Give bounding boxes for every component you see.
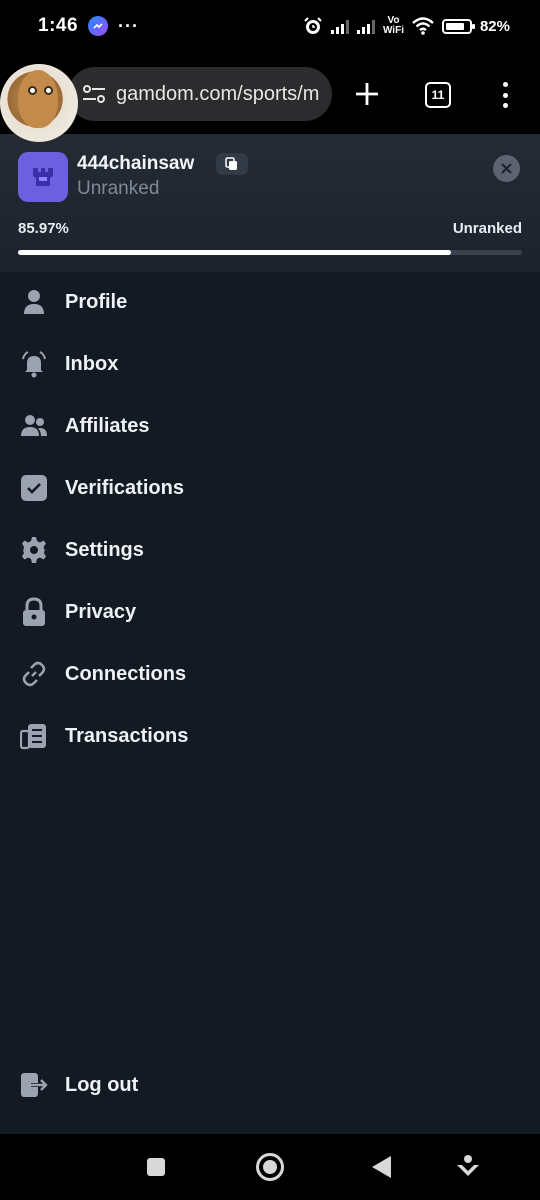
tab-switcher-button[interactable]: 11	[425, 82, 451, 108]
url-text[interactable]: gamdom.com/sports/m	[116, 83, 319, 106]
menu-label-connections: Connections	[65, 662, 187, 685]
menu-item-affiliates[interactable]: Affiliates	[0, 395, 540, 457]
bell-icon	[19, 349, 49, 379]
logout-label: Log out	[65, 1073, 139, 1096]
check-square-icon	[19, 473, 49, 503]
lock-icon	[19, 597, 49, 627]
menu-label-inbox: Inbox	[65, 352, 119, 375]
receipt-icon	[19, 721, 49, 751]
progress-percent: 85.97%	[18, 220, 69, 237]
menu-item-verifications[interactable]: Verifications	[0, 457, 540, 519]
user-icon	[19, 287, 49, 317]
battery-level	[445, 22, 464, 30]
menu-label-privacy: Privacy	[65, 600, 137, 623]
menu-label-affiliates: Affiliates	[65, 414, 150, 437]
signal-icon-1	[330, 18, 349, 34]
status-bar: 1:46 ··· Vo WiFi 82%	[0, 0, 540, 52]
assistant-icon[interactable]	[455, 1154, 481, 1180]
signal-icon-2	[356, 18, 375, 34]
rank-progress-bar	[18, 250, 522, 255]
avatar-face	[18, 70, 58, 128]
gear-icon	[19, 535, 49, 565]
battery-icon	[441, 18, 475, 34]
battery-percent: 82%	[479, 17, 510, 35]
username: 444chainsaw	[77, 153, 195, 174]
new-tab-icon[interactable]	[353, 80, 381, 108]
site-settings-icon[interactable]	[82, 84, 106, 104]
vowifi-wifi: WiFi	[382, 25, 404, 36]
menu-item-profile[interactable]: Profile	[0, 271, 540, 333]
menu-item-settings[interactable]: Settings	[0, 519, 540, 581]
wifi-icon	[412, 17, 434, 35]
vowifi-icon: Vo WiFi	[383, 16, 404, 36]
copy-username-button[interactable]	[216, 153, 248, 175]
close-icon	[501, 163, 512, 174]
copy-icon	[225, 157, 237, 170]
address-bar[interactable]: gamdom.com/sports/m	[68, 67, 332, 121]
chat-head-avatar[interactable]	[0, 64, 78, 142]
alarm-icon	[304, 17, 322, 34]
rank-badge-icon	[18, 152, 68, 202]
rank-name: Unranked	[77, 178, 160, 199]
logout-icon	[19, 1070, 49, 1100]
recents-button[interactable]	[147, 1158, 165, 1176]
system-nav-bar	[0, 1134, 540, 1200]
browser-toolbar: gamdom.com/sports/m 11	[0, 52, 540, 142]
status-left: 1:46 ···	[38, 15, 139, 37]
menu-item-connections[interactable]: Connections	[0, 643, 540, 705]
avatar-eye-right	[44, 86, 53, 95]
home-button[interactable]	[256, 1153, 284, 1181]
status-time: 1:46	[38, 15, 79, 36]
users-icon	[19, 411, 49, 441]
menu-item-transactions[interactable]: Transactions	[0, 705, 540, 767]
rank-progress-fill	[18, 250, 452, 255]
account-menu: Profile Inbox Affiliates Verifications S…	[0, 271, 540, 767]
menu-label-settings: Settings	[65, 538, 144, 561]
profile-header: 444chainsaw Unranked 85.97% Unranked	[0, 134, 540, 272]
link-icon	[19, 659, 49, 689]
menu-item-privacy[interactable]: Privacy	[0, 581, 540, 643]
messenger-icon	[88, 16, 109, 36]
avatar-eye-left	[28, 86, 37, 95]
menu-label-profile: Profile	[65, 290, 128, 313]
menu-label-verifications: Verifications	[65, 476, 184, 499]
menu-item-inbox[interactable]: Inbox	[0, 333, 540, 395]
close-button[interactable]	[493, 155, 520, 182]
back-button[interactable]	[372, 1156, 391, 1178]
menu-label-transactions: Transactions	[65, 724, 189, 747]
more-notifications-icon: ···	[118, 15, 140, 36]
status-right: Vo WiFi 82%	[303, 16, 510, 36]
logout-button[interactable]: Log out	[0, 1054, 540, 1116]
next-rank-label: Unranked	[452, 220, 522, 237]
browser-menu-icon[interactable]	[500, 82, 510, 108]
